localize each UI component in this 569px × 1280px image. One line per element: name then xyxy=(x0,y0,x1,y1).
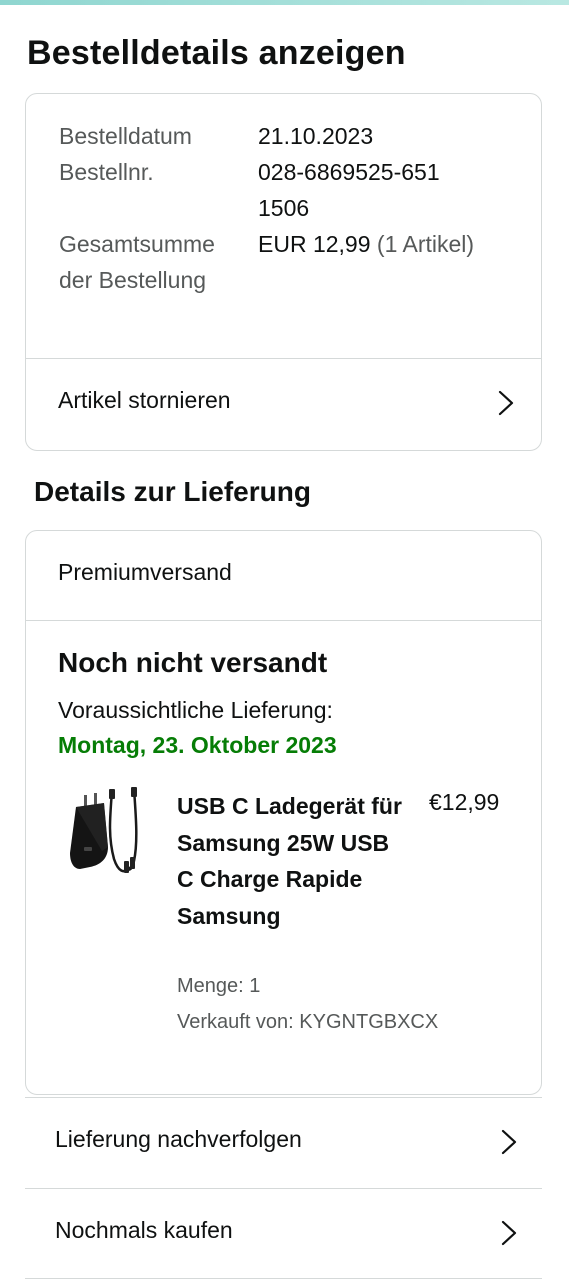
shipment-status: Noch nicht versandt xyxy=(58,647,328,678)
cancel-items-label: Artikel stornieren xyxy=(58,387,231,413)
order-date-label: Bestelldatum xyxy=(59,123,192,149)
order-total-value: EUR 12,99 (1 Artikel) xyxy=(258,226,528,262)
product-seller: Verkauft von: KYGNTGBXCX xyxy=(177,1011,439,1033)
product-quantity: Menge: 1 xyxy=(177,975,261,997)
row-divider xyxy=(25,1278,542,1279)
eta-label: Voraussichtliche Lieferung: xyxy=(58,697,333,723)
eta-date: Montag, 23. Oktober 2023 xyxy=(58,732,337,758)
delivery-card: Premiumversand Noch nicht versandt Vorau… xyxy=(25,530,542,1095)
buy-again-label: Nochmals kaufen xyxy=(55,1217,233,1243)
order-total-amount: EUR 12,99 xyxy=(258,231,371,257)
order-total-item-count: (1 Artikel) xyxy=(376,231,475,257)
track-delivery-link[interactable]: Lieferung nachverfolgen xyxy=(25,1098,542,1188)
shipping-type: Premiumversand xyxy=(58,559,232,585)
product-price: €12,99 xyxy=(429,789,500,815)
top-accent-bar xyxy=(0,0,569,5)
order-summary-card: Bestelldatum 21.10.2023 Bestellnr. 028-6… xyxy=(25,93,542,451)
card-divider xyxy=(26,620,541,621)
order-date-value: 21.10.2023 xyxy=(258,123,374,149)
chevron-right-icon xyxy=(501,1129,517,1155)
product-title-link[interactable]: USB C Ladegerät für Samsung 25W USB C Ch… xyxy=(177,788,407,934)
order-total-label: Gesamtsumme der Bestellung xyxy=(59,231,215,293)
product-image[interactable] xyxy=(64,787,146,887)
cancel-items-link[interactable]: Artikel stornieren xyxy=(26,359,541,449)
order-number-label: Bestellnr. xyxy=(59,159,154,185)
order-number-value: 028-6869525-6511506 xyxy=(258,159,440,221)
buy-again-link[interactable]: Nochmals kaufen xyxy=(25,1189,542,1279)
delivery-section-title: Details zur Lieferung xyxy=(34,476,311,507)
track-delivery-label: Lieferung nachverfolgen xyxy=(55,1126,302,1152)
chevron-right-icon xyxy=(501,1220,517,1246)
page-title: Bestelldetails anzeigen xyxy=(27,34,406,72)
chevron-right-icon xyxy=(498,390,514,416)
